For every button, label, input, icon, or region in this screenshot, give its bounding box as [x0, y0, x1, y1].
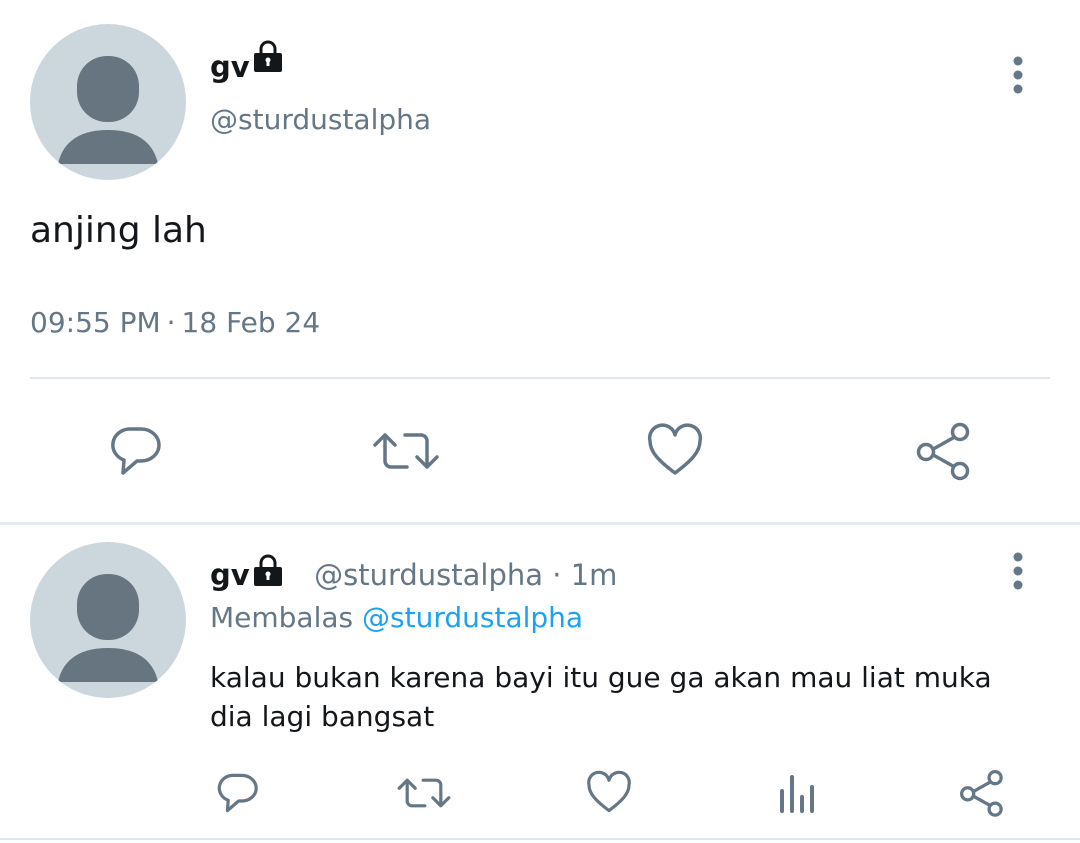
- like-button[interactable]: [642, 418, 708, 484]
- tweet-timestamp[interactable]: 09:55 PM · 18 Feb 24: [30, 306, 320, 339]
- separator: ·: [166, 306, 176, 339]
- heart-icon: [647, 423, 703, 475]
- display-name[interactable]: gv: [210, 558, 250, 592]
- reply-button[interactable]: [210, 766, 264, 820]
- replying-label: Membalas: [210, 601, 354, 634]
- share-icon: [960, 770, 1003, 817]
- like-button[interactable]: [582, 766, 636, 820]
- section-divider: [0, 522, 1080, 525]
- mention-link[interactable]: @sturdustalpha: [362, 601, 583, 634]
- retweet-icon: [373, 433, 439, 469]
- replying-to: Membalas @sturdustalpha: [210, 601, 583, 634]
- share-icon: [916, 422, 970, 481]
- reply-icon: [217, 773, 258, 813]
- retweet-icon: [397, 778, 451, 808]
- tweet-age[interactable]: 1m: [571, 558, 618, 592]
- display-name[interactable]: gv: [210, 50, 250, 84]
- divider: [30, 377, 1050, 379]
- lock-icon: [250, 552, 286, 592]
- tweet-text: kalau bukan karena bayi itu gue ga akan …: [210, 661, 992, 733]
- more-menu-button[interactable]: [998, 52, 1038, 100]
- reply-icon: [111, 427, 161, 475]
- share-button[interactable]: [912, 418, 978, 484]
- more-menu-button[interactable]: [998, 548, 1038, 596]
- heart-icon: [587, 770, 631, 813]
- more-vertical-icon: [1013, 552, 1023, 590]
- analytics-button[interactable]: [770, 766, 824, 820]
- retweet-button[interactable]: [368, 418, 444, 484]
- analytics-icon: [780, 775, 814, 813]
- divider: [0, 838, 1080, 840]
- reply-button[interactable]: [100, 418, 170, 484]
- lock-icon: [250, 38, 286, 78]
- more-vertical-icon: [1013, 56, 1023, 94]
- user-handle[interactable]: @sturdustalpha: [210, 103, 431, 136]
- user-handle[interactable]: @sturdustalpha: [314, 558, 543, 592]
- avatar[interactable]: [30, 542, 186, 698]
- retweet-button[interactable]: [394, 766, 454, 820]
- tweet-date: 18 Feb 24: [181, 306, 321, 339]
- share-button[interactable]: [956, 766, 1010, 820]
- avatar[interactable]: [30, 24, 186, 180]
- tweet-time: 09:55 PM: [30, 306, 161, 339]
- separator: ·: [552, 558, 562, 592]
- tweet-text: anjing lah: [30, 210, 207, 251]
